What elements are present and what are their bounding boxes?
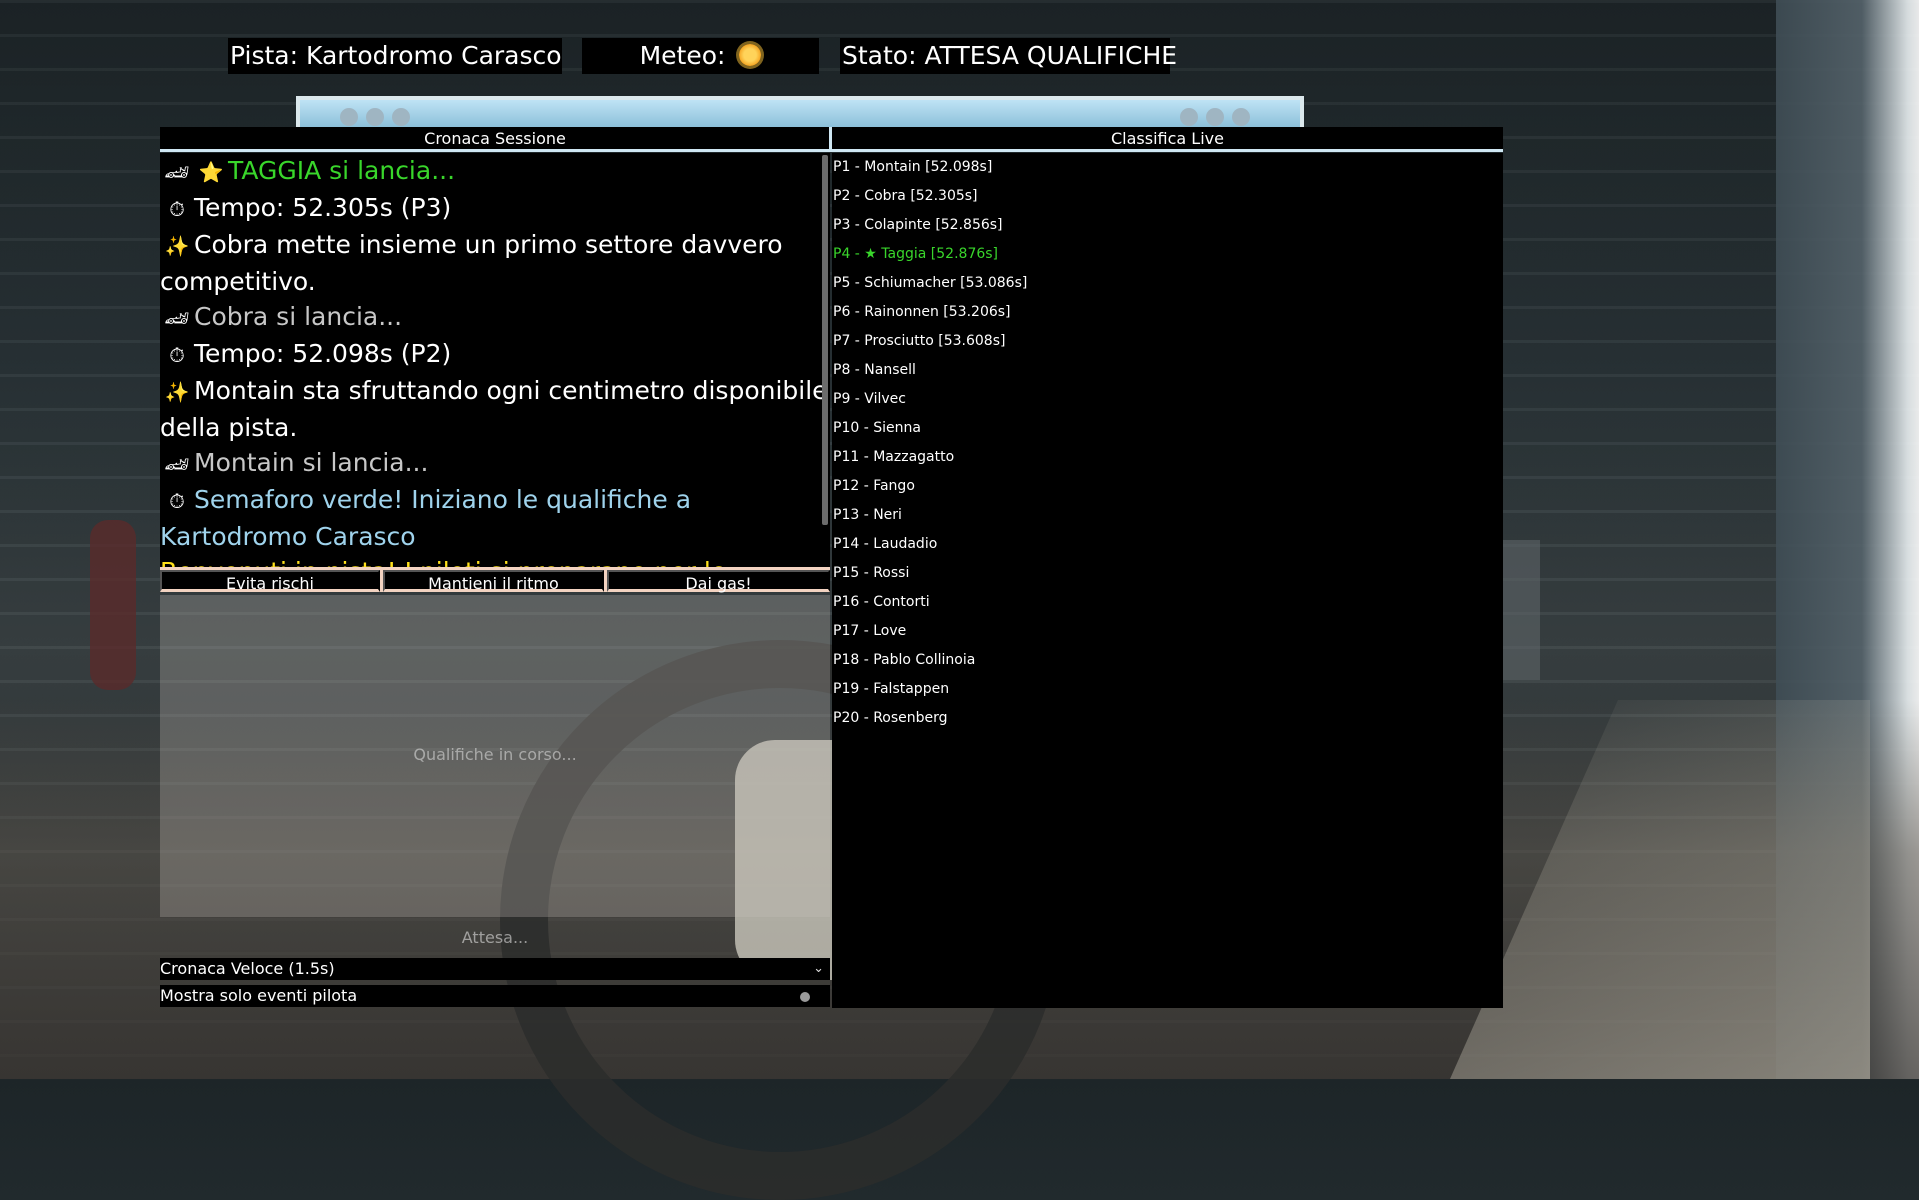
log-entry: ⏱ Tempo: 52.098s (P2) xyxy=(160,336,830,373)
standing-row: P15 - Rossi xyxy=(833,565,910,581)
log-entry: ⏱ Semaforo verde! Iniziano le qualifiche … xyxy=(160,482,830,554)
session-status: Stato: ATTESA QUALIFICHE xyxy=(840,38,1177,74)
standing-row: P11 - Mazzagatto xyxy=(833,449,955,465)
weather-label: Meteo: xyxy=(582,38,819,74)
standing-row: P5 - Schiumacher [53.086s] xyxy=(833,275,1028,291)
log-entry: 🏎 Montain si lancia... xyxy=(160,445,830,482)
star-icon: ⭐ xyxy=(198,160,224,184)
standing-row: P19 - Falstappen xyxy=(833,681,950,697)
status-text: Stato: ATTESA QUALIFICHE xyxy=(842,41,1178,70)
commentary-speed-value: Cronaca Veloce (1.5s) xyxy=(160,959,335,978)
log-entry-icon: ✨ xyxy=(164,380,190,404)
standing-row: P7 - Prosciutto [53.608s] xyxy=(833,333,1006,349)
sun-icon xyxy=(739,44,762,66)
track-text: Pista: Kartodromo Carasco xyxy=(230,41,562,70)
fire-extinguisher xyxy=(90,520,136,690)
keep-pace-button[interactable]: Mantieni il ritmo xyxy=(383,570,604,593)
waiting-status: Attesa... xyxy=(461,928,529,947)
log-entry: ⏱ Tempo: 52.305s (P3) xyxy=(160,190,830,227)
avoid-risks-button[interactable]: Evita rischi xyxy=(160,570,380,593)
log-entry-text: Cobra mette insieme un primo settore dav… xyxy=(160,230,783,296)
log-entry-text: Montain sta sfruttando ogni centimetro d… xyxy=(160,376,828,442)
log-entry-text: Tempo: 52.098s (P2) xyxy=(194,339,452,368)
standing-row: P18 - Pablo Collinoia xyxy=(833,652,976,668)
log-entry-icon: ⏱ xyxy=(169,197,185,221)
standing-row: P17 - Love xyxy=(833,623,907,639)
log-entry: ✨ Cobra mette insieme un primo settore da… xyxy=(160,227,830,299)
track-label: Pista: Kartodromo Carasco xyxy=(228,38,562,74)
standing-row: P20 - Rosenberg xyxy=(833,710,948,726)
standing-row: P4 - ★ Taggia [52.876s] xyxy=(833,246,999,262)
log-entry-text: TAGGIA si lancia... xyxy=(228,156,456,185)
push-button[interactable]: Dai gas! xyxy=(607,570,830,593)
log-entry-icon: 🏎 xyxy=(164,306,190,330)
commentary-speed-select[interactable]: Cronaca Veloce (1.5s) ⌄ xyxy=(160,958,830,980)
log-entry-text: Tempo: 52.305s (P3) xyxy=(194,193,452,222)
standing-row: P6 - Rainonnen [53.206s] xyxy=(833,304,1011,320)
standing-row: P16 - Contorti xyxy=(833,594,930,610)
driver-events-toggle[interactable]: Mostra solo eventi pilota xyxy=(160,985,830,1007)
chevron-down-icon: ⌄ xyxy=(813,961,824,976)
standing-row: P1 - Montain [52.098s] xyxy=(833,159,993,175)
standing-row: P3 - Colapinte [52.856s] xyxy=(833,217,1003,233)
standing-row: P8 - Nansell xyxy=(833,362,916,378)
log-entry: 🏎 ⭐ TAGGIA si lancia... xyxy=(160,153,830,190)
log-entry: Benvenuti in pista! I piloti si preparan… xyxy=(160,554,830,567)
session-log-title: Cronaca Sessione xyxy=(160,127,830,152)
log-entry-icon: ⏱ xyxy=(169,343,185,367)
weather-text: Meteo: xyxy=(639,41,726,70)
live-standings: P1 - Montain [52.098s] P2 - Cobra [52.305… xyxy=(832,153,1503,1008)
log-entry: ✨ Montain sta sfruttando ogni centimetro … xyxy=(160,373,830,445)
standing-row: P13 - Neri xyxy=(833,507,902,523)
toggle-knob[interactable] xyxy=(800,992,810,1002)
session-log[interactable]: 🏎 ⭐ TAGGIA si lancia... ⏱ Tempo: 52.305s (P3… xyxy=(160,153,830,567)
live-standings-title: Classifica Live xyxy=(832,127,1503,152)
standing-row: P12 - Fango xyxy=(833,478,915,494)
log-entry-text: Semaforo verde! Iniziano le qualifiche a… xyxy=(160,485,692,551)
standing-row: P2 - Cobra [52.305s] xyxy=(833,188,978,204)
driver-events-label: Mostra solo eventi pilota xyxy=(160,986,358,1005)
log-entry-text: Montain si lancia... xyxy=(194,448,429,477)
log-entry-icon: 🏎 xyxy=(164,452,190,476)
session-log-scrollbar[interactable] xyxy=(822,155,828,525)
standing-row: P10 - Sienna xyxy=(833,420,921,436)
log-entry: 🏎 Cobra si lancia... xyxy=(160,299,830,336)
standing-row: P14 - Laudadio xyxy=(833,536,938,552)
standing-row: P9 - Vilvec xyxy=(833,391,906,407)
log-entry-icon: ⏱ xyxy=(169,489,185,513)
qualifying-area: Qualifiche in corso... xyxy=(160,595,830,917)
log-entry-text: Benvenuti in pista! I piloti si preparan… xyxy=(160,557,726,567)
log-entry-icon: 🏎 xyxy=(164,160,190,184)
log-entry-text: Cobra si lancia... xyxy=(194,302,403,331)
qualifying-status: Qualifiche in corso... xyxy=(413,745,577,764)
log-entry-icon: ✨ xyxy=(164,234,190,258)
